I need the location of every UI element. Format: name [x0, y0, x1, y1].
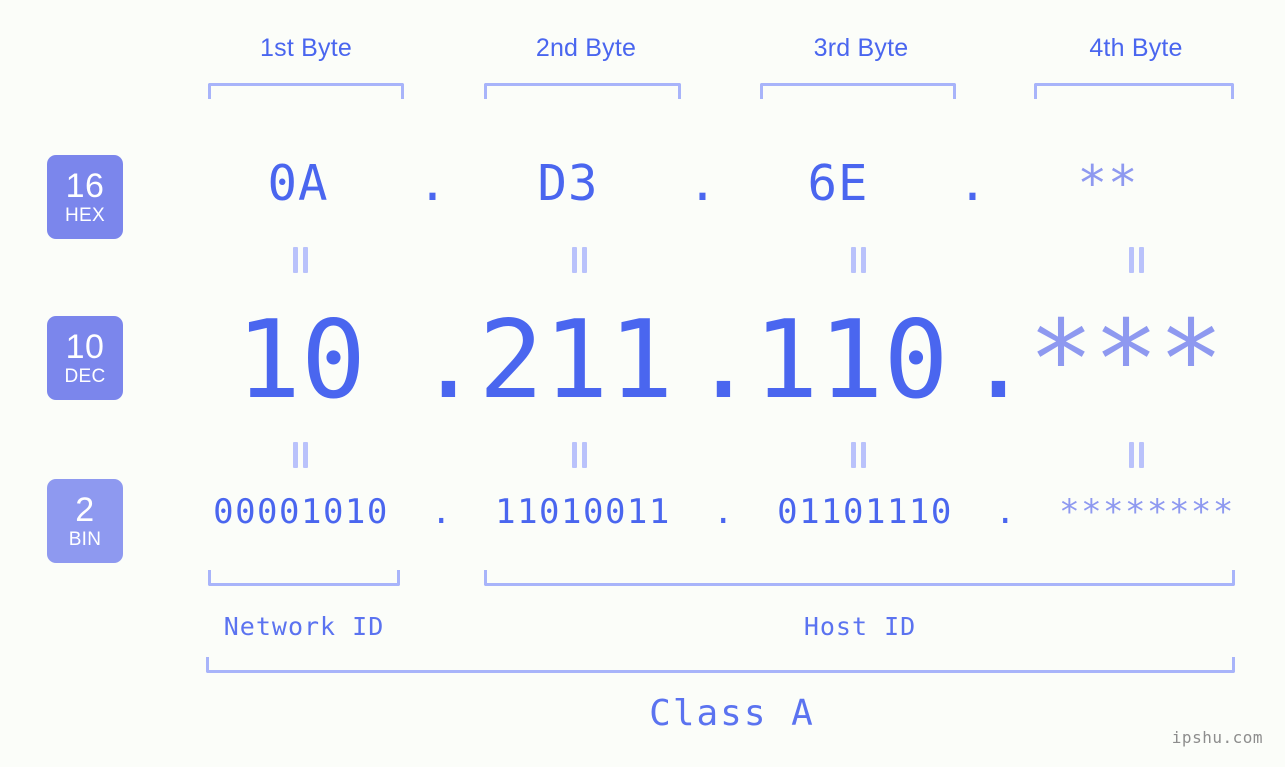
dec-byte-3: 110: [753, 298, 949, 423]
class-bracket: [206, 657, 1235, 673]
base-badge-bin-name: BIN: [68, 529, 102, 550]
byte-header-3: 3rd Byte: [761, 34, 961, 63]
ip-address-diagram: 1st Byte 2nd Byte 3rd Byte 4th Byte 16 H…: [0, 0, 1285, 767]
bin-byte-2: 11010011: [495, 492, 671, 532]
byte-header-3-label: 3rd Byte: [813, 34, 909, 62]
byte-bracket-1: [208, 83, 404, 99]
class-text: Class A: [649, 693, 815, 734]
equals-icon-hex-dec-4: [1128, 247, 1146, 273]
byte-header-4: 4th Byte: [1036, 34, 1236, 63]
byte-header-1-label: 1st Byte: [260, 34, 352, 62]
byte-bracket-4: [1034, 83, 1234, 99]
hex-byte-3: 6E: [807, 155, 869, 212]
byte-bracket-2: [484, 83, 681, 99]
equals-icon-hex-dec-3: [850, 247, 868, 273]
byte-header-1: 1st Byte: [206, 34, 406, 63]
dec-separator-1: .: [416, 298, 482, 423]
hex-byte-1: 0A: [267, 155, 329, 212]
bin-byte-1: 00001010: [213, 492, 389, 532]
dec-byte-2: 211: [478, 298, 674, 423]
network-id-label: Network ID: [204, 612, 404, 641]
decimal-value-row: 10 . 211 . 110 . ***: [0, 298, 1285, 423]
dec-separator-2: .: [691, 298, 757, 423]
bin-separator-3: .: [995, 492, 1017, 532]
dec-separator-3: .: [966, 298, 1032, 423]
bin-separator-1: .: [431, 492, 453, 532]
byte-bracket-3: [760, 83, 956, 99]
host-id-text: Host ID: [803, 612, 917, 641]
host-id-label: Host ID: [760, 612, 960, 641]
dec-byte-4: ***: [1028, 298, 1224, 423]
equals-icon-dec-bin-4: [1128, 442, 1146, 468]
byte-header-2-label: 2nd Byte: [535, 34, 637, 62]
equals-icon-dec-bin-3: [850, 442, 868, 468]
site-watermark: ipshu.com: [1171, 728, 1263, 747]
bin-byte-4: ********: [1059, 492, 1235, 532]
hex-separator-3: .: [957, 155, 989, 212]
dec-byte-1: 10: [235, 298, 367, 423]
byte-header-4-label: 4th Byte: [1089, 34, 1183, 62]
network-id-text: Network ID: [223, 612, 385, 641]
network-id-bracket: [208, 570, 400, 586]
equals-icon-dec-bin-2: [571, 442, 589, 468]
hex-byte-2: D3: [537, 155, 599, 212]
equals-icon-hex-dec-2: [571, 247, 589, 273]
hex-separator-1: .: [417, 155, 449, 212]
equals-icon-hex-dec-1: [292, 247, 310, 273]
hex-value-row: 0A . D3 . 6E . **: [0, 155, 1285, 212]
hex-separator-2: .: [687, 155, 719, 212]
bin-separator-2: .: [713, 492, 735, 532]
hex-byte-4: **: [1077, 155, 1139, 212]
bin-byte-3: 01101110: [777, 492, 953, 532]
equals-icon-dec-bin-1: [292, 442, 310, 468]
host-id-bracket: [484, 570, 1235, 586]
class-label: Class A: [620, 693, 844, 734]
byte-header-2: 2nd Byte: [486, 34, 686, 63]
binary-value-row: 00001010 . 11010011 . 01101110 . *******…: [0, 492, 1285, 532]
